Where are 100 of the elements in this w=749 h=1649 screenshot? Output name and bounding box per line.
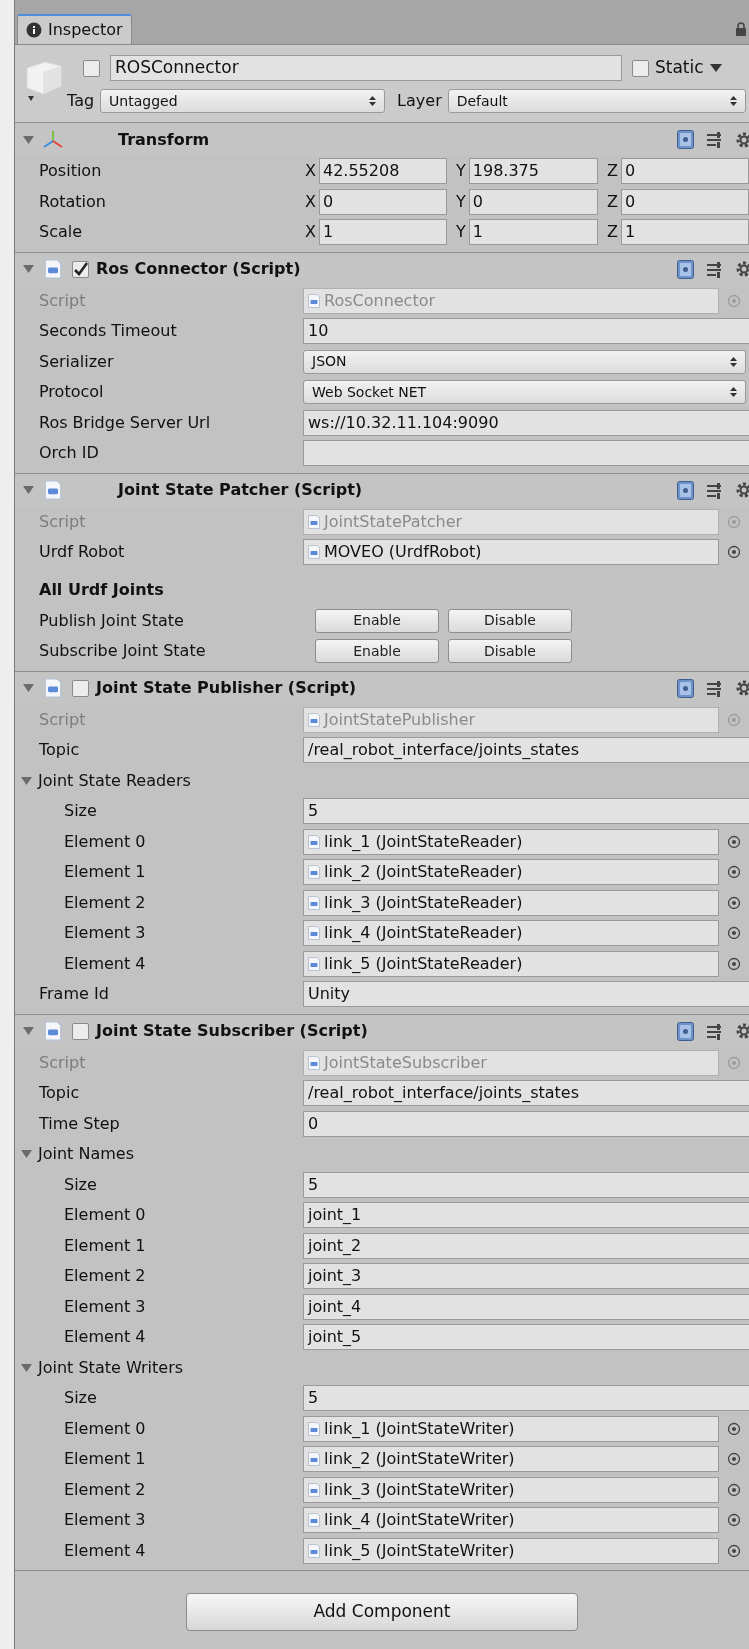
action-button[interactable]: Disable: [448, 608, 572, 633]
field-label: Rotation: [39, 190, 106, 213]
number-field[interactable]: 0: [620, 188, 749, 215]
foldout-arrow-icon[interactable]: [21, 1149, 32, 1160]
foldout-arrow-icon[interactable]: [21, 775, 32, 786]
object-field[interactable]: MOVEO (UrdfRobot): [303, 539, 719, 566]
object-picker-icon[interactable]: [727, 834, 741, 849]
axis-label: X: [305, 221, 316, 244]
help-icon[interactable]: [677, 259, 694, 279]
checkbox[interactable]: [83, 59, 100, 77]
checkbox[interactable]: [72, 1022, 89, 1040]
text-field[interactable]: joint_3: [303, 1263, 749, 1290]
text-field[interactable]: joint_4: [303, 1293, 749, 1320]
object-picker-icon[interactable]: [727, 926, 741, 941]
sliders-icon[interactable]: [706, 481, 723, 499]
sliders-icon[interactable]: [706, 131, 723, 148]
object-field[interactable]: link_4 (JointStateWriter): [303, 1507, 719, 1534]
help-icon[interactable]: [677, 1021, 694, 1041]
foldout-label[interactable]: Joint State Writers: [38, 1355, 184, 1380]
component-title: Transform: [118, 128, 210, 151]
dropdown[interactable]: Web Socket NET: [303, 380, 746, 405]
dropdown[interactable]: JSON: [303, 349, 746, 374]
sliders-icon[interactable]: [706, 1022, 723, 1040]
script-icon: [307, 865, 321, 880]
action-button[interactable]: Enable: [315, 608, 439, 633]
number-field[interactable]: 1: [318, 219, 447, 246]
object-field[interactable]: link_3 (JointStateReader): [303, 889, 719, 916]
object-picker-icon[interactable]: [727, 1482, 741, 1497]
object-field[interactable]: link_4 (JointStateReader): [303, 920, 719, 947]
name-field[interactable]: ROSConnector: [110, 55, 622, 81]
settings-icon[interactable]: [735, 260, 749, 278]
number-field[interactable]: 0: [468, 188, 598, 215]
collapse-arrow-icon[interactable]: [23, 1026, 34, 1036]
object-field[interactable]: link_5 (JointStateWriter): [303, 1537, 719, 1564]
settings-icon[interactable]: [735, 130, 749, 149]
sliders-icon[interactable]: [706, 679, 723, 697]
help-icon[interactable]: [677, 678, 694, 698]
object-field[interactable]: link_1 (JointStateReader): [303, 828, 719, 855]
script-field: JointStatePublisher: [303, 706, 719, 733]
number-field[interactable]: 0: [620, 158, 749, 185]
tab[interactable]: Inspector: [17, 14, 132, 44]
text-field[interactable]: ws://10.32.11.104:9090: [303, 409, 749, 436]
number-field[interactable]: 1: [620, 219, 749, 246]
action-button[interactable]: Enable: [315, 639, 439, 664]
add-component-button[interactable]: Add Component: [186, 1593, 578, 1631]
text-field[interactable]: 5: [303, 1385, 749, 1412]
settings-icon[interactable]: [735, 679, 749, 697]
object-picker-icon[interactable]: [727, 865, 741, 880]
field-label: Urdf Robot: [39, 541, 125, 564]
field-label: Element 0: [64, 830, 146, 853]
object-field[interactable]: link_3 (JointStateWriter): [303, 1476, 719, 1503]
collapse-arrow-icon[interactable]: [23, 485, 34, 495]
caret-icon[interactable]: [709, 64, 722, 72]
settings-icon[interactable]: [735, 481, 749, 499]
object-picker-icon[interactable]: [727, 1421, 741, 1436]
field-label: Size: [64, 800, 97, 823]
text-field[interactable]: /real_robot_interface/joints_states: [303, 737, 749, 764]
field-label: Topic: [39, 739, 80, 762]
object-field[interactable]: link_5 (JointStateReader): [303, 950, 719, 977]
object-field[interactable]: link_2 (JointStateWriter): [303, 1446, 719, 1473]
text-field[interactable]: joint_1: [303, 1202, 749, 1229]
object-picker-icon[interactable]: [727, 1543, 741, 1558]
object-picker-icon[interactable]: [727, 956, 741, 971]
text-field[interactable]: [303, 440, 749, 467]
checkbox[interactable]: [72, 260, 89, 278]
object-picker-icon[interactable]: [727, 1452, 741, 1467]
text-field[interactable]: 10: [303, 318, 749, 345]
text-field[interactable]: Unity: [303, 981, 749, 1008]
text-field[interactable]: 5: [303, 1171, 749, 1198]
number-field[interactable]: 42.55208: [318, 158, 447, 185]
checkbox[interactable]: [632, 59, 649, 77]
object-picker-icon[interactable]: [727, 545, 741, 560]
foldout-label[interactable]: Joint Names: [38, 1142, 134, 1167]
number-field[interactable]: 0: [318, 188, 447, 215]
text-field[interactable]: 0: [303, 1110, 749, 1137]
settings-icon[interactable]: [735, 1022, 749, 1040]
layer-dropdown[interactable]: Default: [447, 89, 746, 113]
collapse-arrow-icon[interactable]: [23, 264, 34, 274]
lock-icon[interactable]: [735, 22, 747, 36]
number-field[interactable]: 198.375: [468, 158, 598, 185]
text-field[interactable]: joint_2: [303, 1232, 749, 1259]
collapse-arrow-icon[interactable]: [23, 134, 34, 145]
object-field[interactable]: link_1 (JointStateWriter): [303, 1415, 719, 1442]
help-icon[interactable]: [677, 130, 694, 149]
foldout-arrow-icon[interactable]: [21, 1362, 32, 1373]
collapse-arrow-icon[interactable]: [23, 683, 34, 693]
sliders-icon[interactable]: [706, 260, 723, 278]
field-label: Element 4: [64, 952, 146, 975]
help-icon[interactable]: [677, 480, 694, 500]
action-button[interactable]: Disable: [448, 639, 572, 664]
number-field[interactable]: 1: [468, 219, 598, 246]
object-picker-icon[interactable]: [727, 1513, 741, 1528]
text-field[interactable]: joint_5: [303, 1324, 749, 1351]
foldout-label[interactable]: Joint State Readers: [38, 768, 191, 793]
object-picker-icon[interactable]: [727, 895, 741, 910]
text-field[interactable]: 5: [303, 798, 749, 825]
object-field[interactable]: link_2 (JointStateReader): [303, 859, 719, 886]
text-field[interactable]: /real_robot_interface/joints_states: [303, 1080, 749, 1107]
checkbox[interactable]: [72, 679, 89, 697]
tag-dropdown[interactable]: Untagged: [100, 89, 386, 113]
